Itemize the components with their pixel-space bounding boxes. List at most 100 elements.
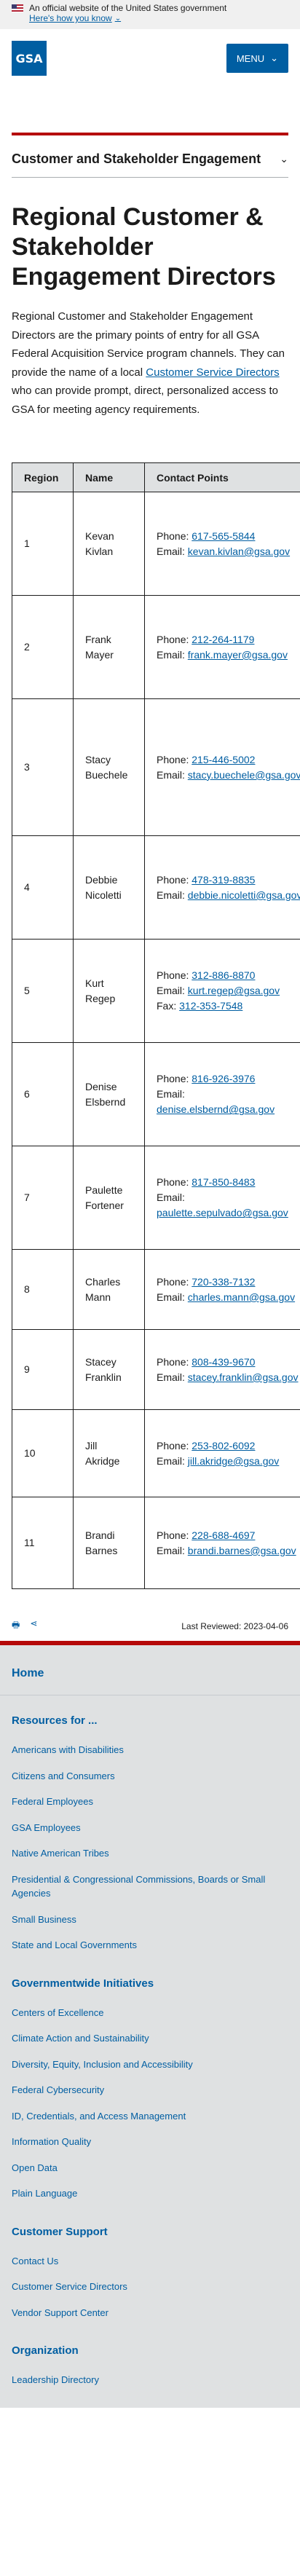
column-header: Contact Points <box>144 462 300 493</box>
footer-link[interactable]: Federal Employees <box>12 1789 288 1815</box>
column-header: Region <box>12 462 74 493</box>
name-cell: Paulette Fortener <box>73 1146 145 1250</box>
phone-line: Phone: 816-926-3976 <box>157 1073 256 1085</box>
phone-line: Phone: 212-264-1179 <box>157 633 255 645</box>
email-link[interactable]: stacy.buechele@gsa.gov <box>188 769 300 781</box>
contact-cell: Phone: 617-565-5844 Email: kevan.kivlan@g… <box>144 492 300 596</box>
email-link[interactable]: brandi.barnes@gsa.gov <box>188 1545 296 1556</box>
table-row: 7 Paulette Fortener Phone: 817-850-8483 Ema… <box>12 1146 300 1250</box>
email-link[interactable]: paulette.sepulvado@gsa.gov <box>157 1207 288 1218</box>
email-line: Email: debbie.nicoletti@gsa.gov <box>157 888 300 903</box>
region-cell: 2 <box>12 595 74 700</box>
table-row: 2 Frank Mayer Phone: 212-264-1179 Email: fr… <box>12 595 300 700</box>
email-line: Email: stacy.buechele@gsa.gov <box>157 768 300 781</box>
email-line: Email: paulette.sepulvado@gsa.gov <box>157 1192 288 1219</box>
contact-cell: Phone: 228-688-4697 Email: brandi.barnes@… <box>144 1497 300 1590</box>
email-link[interactable]: kurt.regep@gsa.gov <box>188 985 280 996</box>
footer-link[interactable]: Leadership Directory <box>12 2367 288 2393</box>
region-cell: 3 <box>12 698 74 837</box>
chevron-down-icon: ⌄ <box>114 14 122 23</box>
phone-link[interactable]: 253-802-6092 <box>192 1440 255 1452</box>
phone-link[interactable]: 228-688-4697 <box>192 1529 255 1541</box>
email-link[interactable]: charles.mann@gsa.gov <box>188 1291 295 1303</box>
footer-link[interactable]: Small Business <box>12 1907 288 1933</box>
footer-link[interactable]: Information Quality <box>12 2129 288 2155</box>
footer-link[interactable]: Vendor Support Center <box>12 2300 288 2326</box>
print-icon[interactable]: 🖶 <box>12 1618 20 1634</box>
phone-link[interactable]: 720-338-7132 <box>192 1276 255 1288</box>
footer-link[interactable]: Customer Service Directors <box>12 2274 288 2300</box>
footer-link[interactable]: Contact Us <box>12 2248 288 2274</box>
last-reviewed: Last Reviewed: 2023-04-06 <box>181 1620 288 1631</box>
phone-line: Phone: 617-565-5844 <box>157 529 256 542</box>
region-cell: 4 <box>12 835 74 940</box>
fax-line: Fax: 312-353-7548 <box>157 1000 243 1012</box>
footer-link[interactable]: Federal Cybersecurity <box>12 2077 288 2103</box>
email-link[interactable]: stacey.franklin@gsa.gov <box>188 1371 299 1383</box>
fax-link[interactable]: 312-353-7548 <box>179 1000 242 1012</box>
heres-how-you-know-link[interactable]: Here's how you know ⌄ <box>29 13 121 23</box>
footer-section-heading[interactable]: Customer Support <box>12 2226 288 2238</box>
table-row: 9 Stacey Franklin Phone: 808-439-9670 Email… <box>12 1329 300 1411</box>
name-cell: Debbie Nicoletti <box>73 835 145 940</box>
phone-line: Phone: 215-446-5002 <box>157 753 256 765</box>
phone-link[interactable]: 312-886-8870 <box>192 969 255 981</box>
phone-line: Phone: 808-439-9670 <box>157 1355 256 1368</box>
phone-link[interactable]: 617-565-5844 <box>192 530 255 542</box>
site-footer: Home Resources for ... Americans with Dis… <box>0 1645 300 2408</box>
email-line: Email: charles.mann@gsa.gov <box>157 1291 296 1303</box>
footer-link[interactable]: Citizens and Consumers <box>12 1763 288 1789</box>
section-nav-toggle[interactable]: Customer and Stakeholder Engagement ⌄ <box>12 135 288 178</box>
footer-home-link[interactable]: Home <box>0 1654 300 1696</box>
footer-link[interactable]: Open Data <box>12 2155 288 2181</box>
footer-link[interactable]: Climate Action and Sustainability <box>12 2025 288 2052</box>
contact-cell: Phone: 817-850-8483 Email: paulette.sepul… <box>144 1146 300 1250</box>
phone-link[interactable]: 808-439-9670 <box>192 1356 255 1368</box>
directors-table: Region Name Contact Points 1 Kevan Kivlan… <box>12 462 300 1590</box>
phone-line: Phone: 478-319-8835 <box>157 873 256 886</box>
us-flag-icon <box>12 4 23 12</box>
table-row: 3 Stacy Buechele Phone: 215-446-5002 Email:… <box>12 698 300 837</box>
menu-button[interactable]: MENU ⌄ <box>226 44 288 73</box>
footer-link[interactable]: Native American Tribes <box>12 1840 288 1867</box>
email-link[interactable]: jill.akridge@gsa.gov <box>188 1455 280 1467</box>
footer-link[interactable]: State and Local Governments <box>12 1932 288 1958</box>
share-icon[interactable]: ⋖ <box>30 1618 37 1634</box>
phone-link[interactable]: 817-850-8483 <box>192 1176 255 1188</box>
phone-link[interactable]: 816-926-3976 <box>192 1073 255 1084</box>
chevron-down-icon: ⌄ <box>270 52 278 63</box>
phone-line: Phone: 720-338-7132 <box>157 1275 256 1288</box>
email-link[interactable]: kevan.kivlan@gsa.gov <box>188 545 290 557</box>
email-link[interactable]: frank.mayer@gsa.gov <box>188 649 288 661</box>
email-link[interactable]: debbie.nicoletti@gsa.gov <box>188 889 300 901</box>
phone-link[interactable]: 212-264-1179 <box>192 634 254 645</box>
phone-link[interactable]: 215-446-5002 <box>192 754 255 765</box>
email-link[interactable]: denise.elsbernd@gsa.gov <box>157 1103 275 1115</box>
contact-cell: Phone: 253-802-6092 Email: jill.akridge@g… <box>144 1409 300 1498</box>
email-line: Email: kurt.regep@gsa.gov <box>157 985 280 997</box>
gsa-logo[interactable]: GSA <box>12 41 47 76</box>
footer-section-heading[interactable]: Resources for ... <box>12 1714 288 1727</box>
footer-link-list: Leadership Directory <box>12 2367 288 2393</box>
footer-section-heading[interactable]: Organization <box>12 2344 288 2357</box>
footer-link-list: Centers of Excellence Climate Action and … <box>12 2000 288 2207</box>
region-cell: 10 <box>12 1409 74 1498</box>
chevron-down-icon: ⌄ <box>280 153 288 165</box>
section-nav-title: Customer and Stakeholder Engagement <box>12 151 261 166</box>
gov-banner-text: An official website of the United States… <box>29 3 227 13</box>
customer-service-directors-link[interactable]: Customer Service Directors <box>146 366 279 379</box>
table-row: 8 Charles Mann Phone: 720-338-7132 Email: c… <box>12 1249 300 1331</box>
footer-link[interactable]: GSA Employees <box>12 1815 288 1841</box>
footer-link-list: Contact Us Customer Service Directors Vend… <box>12 2248 288 2326</box>
footer-link[interactable]: Plain Language <box>12 2181 288 2207</box>
footer-link[interactable]: Americans with Disabilities <box>12 1737 288 1763</box>
footer-section-heading[interactable]: Governmentwide Initiatives <box>12 1977 288 1990</box>
region-cell: 6 <box>12 1042 74 1147</box>
footer-link[interactable]: ID, Credentials, and Access Management <box>12 2103 288 2130</box>
name-cell: Charles Mann <box>73 1249 145 1331</box>
email-line: Email: stacey.franklin@gsa.gov <box>157 1371 299 1383</box>
phone-link[interactable]: 478-319-8835 <box>192 874 255 886</box>
footer-link[interactable]: Presidential & Congressional Commissions… <box>12 1867 288 1907</box>
footer-link[interactable]: Centers of Excellence <box>12 2000 288 2026</box>
footer-link[interactable]: Diversity, Equity, Inclusion and Accessi… <box>12 2052 288 2078</box>
